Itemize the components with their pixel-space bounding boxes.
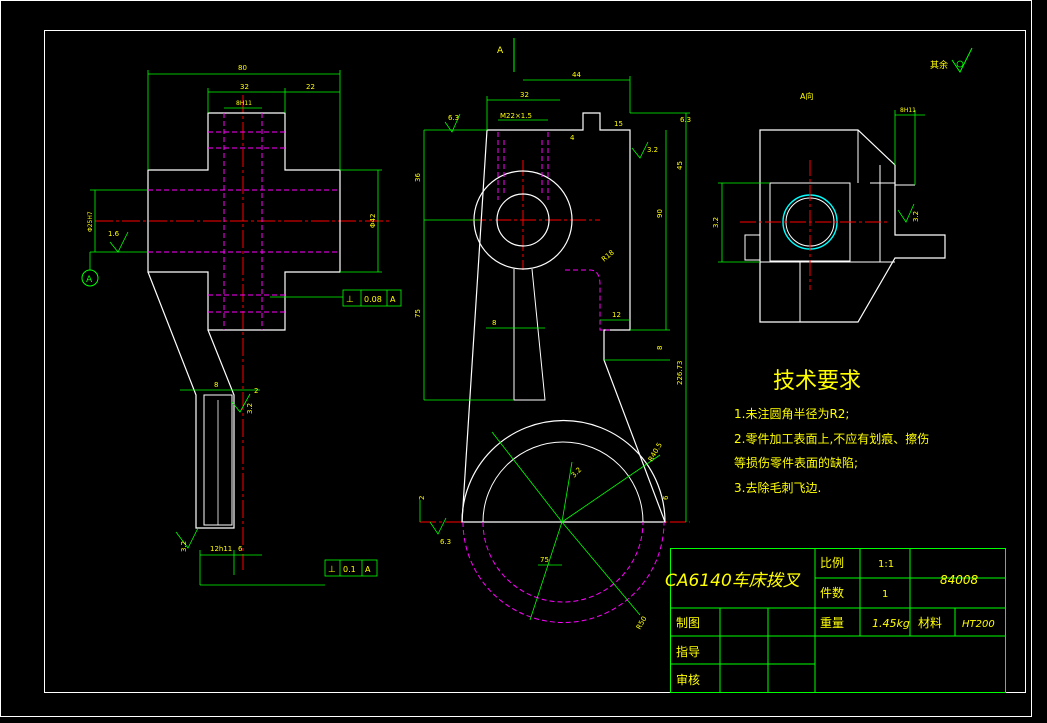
- tolerance-frame-1: ⊥ 0.08 A: [342, 289, 402, 307]
- svg-text:0.08: 0.08: [364, 295, 382, 304]
- tech-heading: 技术要求: [773, 369, 861, 394]
- left-view-arm: [147, 271, 235, 529]
- tech-requirements: 技术要求 1.未注圆角半径为R2; 2.零件加工表面上,不应有划痕、擦伤 等损伤…: [734, 369, 929, 495]
- front-view: A 6.3 32 44 M22×1.5 4 15 3.2 6.3 36 45 9…: [414, 38, 691, 631]
- dim-32: 32: [240, 83, 249, 91]
- side-view: A向 8H11 3.2 3.2 其余: [712, 47, 973, 323]
- scale-label: 比例: [820, 556, 844, 570]
- side-dim-3-2: 3.2: [912, 211, 920, 222]
- front-dim-r50: R50: [635, 615, 649, 631]
- front-hidden-lines: [462, 132, 665, 623]
- tech-item-1: 1.未注圆角半径为R2;: [734, 406, 849, 421]
- side-dim-lines: [718, 110, 925, 263]
- front-leaders: [491, 431, 661, 621]
- guide-label: 指导: [676, 644, 700, 659]
- drawn-label: 制图: [676, 616, 700, 630]
- front-dim-226: 226.73: [676, 361, 684, 386]
- section-a-label: A: [497, 46, 504, 56]
- weight-label: 重量: [820, 616, 844, 630]
- surface-note-mark: [951, 47, 973, 73]
- front-dim-6-3-b: 6.3: [680, 116, 691, 124]
- dim-2: 2: [254, 387, 258, 395]
- front-dim-m22: M22×1.5: [500, 112, 532, 120]
- view-a-label: A向: [800, 91, 813, 101]
- front-arc-inner: [482, 441, 644, 523]
- front-dim-45: 45: [676, 161, 684, 170]
- dim-1-6: 1.6: [108, 230, 120, 238]
- dim-22: 22: [306, 83, 315, 91]
- front-outline: [461, 112, 666, 523]
- datum-a-label: A: [86, 275, 93, 285]
- front-dim-44: 44: [572, 71, 581, 79]
- review-label: 审核: [676, 672, 700, 687]
- tech-item-3: 等损伤零件表面的缺陷;: [734, 455, 858, 470]
- left-view: A ⊥ 0.08 A ⊥ 0.1 A 80 32 22 8H11 Φ25H7 Φ…: [81, 64, 402, 586]
- front-dim-2: 2: [418, 496, 426, 500]
- front-arc-outer: [461, 419, 666, 523]
- svg-text:⊥: ⊥: [328, 565, 336, 575]
- front-arm-inner: [513, 268, 546, 401]
- front-dim-90: 90: [656, 209, 664, 218]
- front-dim-8: 8: [492, 319, 496, 327]
- front-dim-6-3-c: 6.3: [440, 538, 451, 546]
- material-label: 材料: [918, 616, 942, 630]
- front-dim-6: 6: [662, 495, 670, 500]
- dim-3-2-b: 3.2: [180, 541, 188, 552]
- dim-8: 8: [214, 381, 218, 389]
- svg-text:A: A: [390, 295, 396, 304]
- front-dim-32: 32: [520, 91, 529, 99]
- surface-note: 其余: [930, 59, 948, 71]
- drawing-number: 84008: [940, 573, 979, 587]
- side-tab-left: [744, 234, 761, 261]
- dim-25h7: Φ25H7: [87, 211, 94, 232]
- front-dim-3-2: 3.2: [647, 146, 658, 154]
- side-dim-31: 3.2: [712, 217, 720, 228]
- title-text: CA6140车床拨叉: [665, 571, 801, 591]
- side-dim-8h11: 8H11: [900, 107, 916, 114]
- front-dim-15: 15: [614, 120, 623, 128]
- front-dim-75b: 75: [540, 556, 549, 564]
- front-dim-12: 12: [612, 311, 621, 319]
- outer-frame: [0, 0, 1032, 717]
- cad-drawing-canvas: A ⊥ 0.08 A ⊥ 0.1 A 80 32 22 8H11 Φ25H7 Φ…: [0, 0, 1032, 717]
- front-dim-36: 36: [414, 173, 422, 182]
- tech-item-4: 3.去除毛刺飞边.: [734, 480, 821, 495]
- scale-value: 1:1: [878, 559, 894, 570]
- material-value: HT200: [962, 619, 995, 630]
- qty-value: 1: [882, 589, 888, 600]
- front-dim-r40: R40.5: [647, 441, 664, 463]
- side-outline: [759, 129, 946, 323]
- front-dim-r18: R18: [600, 249, 616, 264]
- front-dim-4: 4: [570, 134, 575, 142]
- qty-label: 件数: [820, 585, 844, 600]
- surface-mark-front-3: [429, 517, 447, 535]
- svg-text:⊥: ⊥: [346, 295, 354, 305]
- front-dim-75: 75: [414, 309, 422, 318]
- dim-3-2-a: 3.2: [246, 403, 254, 414]
- dim-6: 6: [238, 545, 243, 553]
- dim-8h11: 8H11: [236, 100, 252, 107]
- front-dim-8b: 8: [656, 346, 664, 350]
- tolerance-frame-2: ⊥ 0.1 A: [324, 559, 378, 577]
- svg-text:A: A: [365, 565, 371, 574]
- dim-80: 80: [238, 64, 247, 72]
- svg-text:0.1: 0.1: [343, 565, 356, 574]
- dim-12h11: 12h11: [210, 545, 232, 553]
- tech-item-2: 2.零件加工表面上,不应有划痕、擦伤: [734, 431, 929, 446]
- left-dim-lines: [89, 70, 382, 586]
- front-dim-6-3-a: 6.3: [448, 114, 459, 122]
- front-dim-3-2-c: 3.2: [570, 466, 584, 480]
- dim-42: Φ42: [369, 214, 377, 228]
- weight-value: 1.45kg: [872, 617, 910, 630]
- surface-mark-front-2: [631, 141, 649, 159]
